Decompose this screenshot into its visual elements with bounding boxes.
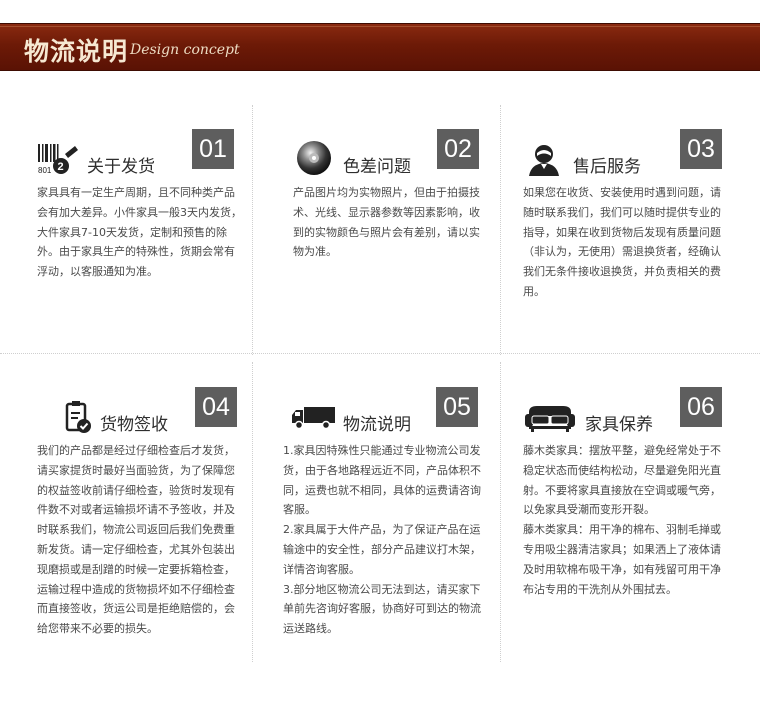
column-divider [500,362,501,662]
banner-title: 物流说明 [24,37,129,66]
card-title: 色差问题 [343,157,411,177]
card-color-difference: 色差问题 02 产品图片均为实物照片，但由于拍摄技术、光线、显示器参数等因素影响… [293,129,503,262]
svg-text:801: 801 [38,166,52,175]
card-paragraph: 藤木类家具：用干净的棉布、羽制毛掸或专用吸尘器清洁家具；如果洒上了液体请及时用软… [523,523,721,596]
card-paragraph: 藤木类家具：摆放平整，避免经常处于不稳定状态而使结构松动，尽量避免阳光直射。不要… [523,444,721,517]
card-number-badge: 05 [436,387,478,427]
card-body: 我们的产品都是经过仔细检查后才发货，请买家提货时最好当面验货，为了保障您的权益签… [37,441,237,639]
card-receipt: 货物签收 04 我们的产品都是经过仔细检查后才发货，请买家提货时最好当面验货，为… [37,387,247,639]
card-number-badge: 04 [195,387,237,427]
card-paragraph: 2.家具属于大件产品，为了保证产品在运输途中的安全性，部分产品建议打木架，详情咨… [283,523,481,576]
card-title: 家具保养 [585,415,653,435]
svg-text:2: 2 [58,161,64,173]
card-title: 货物签收 [100,415,168,435]
card-body: 如果您在收货、安装使用时遇到问题，请随时联系我们，我们可以随时提供专业的指导，如… [523,183,727,302]
card-body: 产品图片均为实物照片，但由于拍摄技术、光线、显示器参数等因素影响，收到的实物颜色… [293,183,488,262]
truck-icon [289,399,337,437]
banner-subtitle: Design concept [130,42,240,58]
card-paragraph: 我们的产品都是经过仔细检查后才发货，请买家提货时最好当面验货，为了保障您的权益签… [37,444,235,636]
card-number-badge: 01 [192,129,234,169]
card-body: 1.家具因特殊性只能通过专业物流公司发货，由于各地路程远近不同，产品体积不同，运… [283,441,481,639]
sofa-icon [525,399,575,437]
card-number-badge: 02 [437,129,479,169]
card-body: 藤木类家具：摆放平整，避免经常处于不稳定状态而使结构松动，尽量避免阳光直射。不要… [523,441,725,599]
card-number-badge: 03 [680,129,722,169]
barcode-shipping-icon: 801 2 [37,141,79,179]
card-title: 售后服务 [573,157,641,177]
card-furniture-care: 家具保养 06 藤木类家具：摆放平整，避免经常处于不稳定状态而使结构松动，尽量避… [523,387,733,599]
card-shipping: 801 2 关于发货 01 家具具有一定生产周期，且不同种类产品会有加大差异。小… [37,129,247,282]
card-title: 关于发货 [87,157,155,177]
card-paragraph: 如果您在收货、安装使用时遇到问题，请随时联系我们，我们可以随时提供专业的指导，如… [523,186,721,298]
card-logistics: 物流说明 05 1.家具因特殊性只能通过专业物流公司发货，由于各地路程远近不同，… [283,387,493,639]
clipboard-check-icon [57,399,99,437]
header-banner: 物流说明 Design concept [0,23,760,71]
card-paragraph: 家具具有一定生产周期，且不同种类产品会有加大差异。小件家具一般3天内发货，大件家… [37,186,242,279]
card-number-badge: 06 [680,387,722,427]
column-divider [252,362,253,662]
card-after-sales: 售后服务 03 如果您在收货、安装使用时遇到问题，请随时联系我们，我们可以随时提… [523,129,733,302]
row-divider [0,353,760,354]
card-paragraph: 3.部分地区物流公司无法到达，请买家下单前先咨询好客服，协商好可到达的物流运送路… [283,582,481,636]
color-disc-icon [293,141,335,179]
card-paragraph: 1.家具因特殊性只能通过专业物流公司发货，由于各地路程远近不同，产品体积不同，运… [283,444,481,517]
card-paragraph: 产品图片均为实物照片，但由于拍摄技术、光线、显示器参数等因素影响，收到的实物颜色… [293,186,480,259]
column-divider [252,105,253,355]
card-title: 物流说明 [343,415,411,435]
card-body: 家具具有一定生产周期，且不同种类产品会有加大差异。小件家具一般3天内发货，大件家… [37,183,242,282]
customer-service-icon [523,141,565,179]
